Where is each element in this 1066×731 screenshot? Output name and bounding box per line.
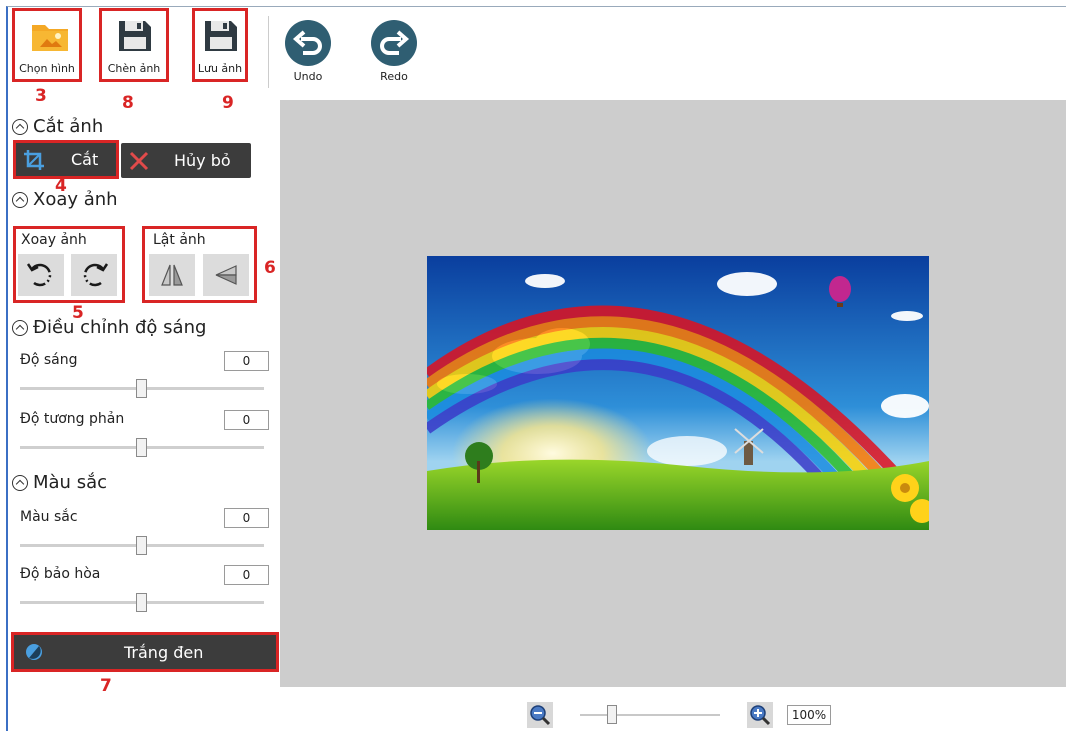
zoom-in-icon bbox=[750, 705, 771, 726]
flip-group-title: Lật ảnh bbox=[153, 232, 206, 248]
color-section-toggle[interactable]: Màu sắc bbox=[12, 472, 107, 493]
cancel-crop-button[interactable]: Hủy bỏ bbox=[121, 143, 251, 178]
callout-7: 7 bbox=[100, 676, 112, 696]
saturation-value-field[interactable]: 0 bbox=[224, 565, 269, 585]
contrast-icon bbox=[26, 644, 42, 660]
redo-button[interactable]: Redo bbox=[370, 20, 418, 83]
callout-3: 3 bbox=[35, 86, 47, 106]
contrast-label: Độ tương phản bbox=[20, 411, 125, 427]
insert-image-button[interactable]: Chèn ảnh bbox=[99, 8, 169, 82]
saturation-label: Độ bảo hòa bbox=[20, 566, 101, 582]
flip-horizontal-icon bbox=[161, 264, 183, 286]
floppy-disk-icon bbox=[205, 21, 237, 51]
zoom-slider-thumb[interactable] bbox=[607, 705, 617, 724]
grayscale-label: Trắng đen bbox=[124, 642, 204, 662]
open-image-button[interactable]: Chọn hình bbox=[12, 8, 82, 82]
crop-icon bbox=[24, 149, 44, 170]
chevron-up-icon bbox=[12, 118, 28, 135]
folder-image-icon bbox=[32, 25, 68, 51]
rotate-left-icon bbox=[26, 263, 52, 287]
rainbow-landscape-image bbox=[427, 256, 929, 530]
crop-button[interactable]: Cắt bbox=[13, 140, 119, 179]
rotate-right-icon bbox=[83, 263, 109, 287]
contrast-value-field[interactable]: 0 bbox=[224, 410, 269, 430]
brightness-section-title: Điều chỉnh độ sáng bbox=[33, 317, 207, 338]
undo-icon bbox=[285, 20, 331, 66]
brightness-section-toggle[interactable]: Điều chỉnh độ sáng bbox=[12, 317, 206, 338]
insert-image-label: Chèn ảnh bbox=[107, 62, 161, 75]
callout-6: 6 bbox=[264, 258, 276, 278]
zoom-slider-track[interactable] bbox=[580, 714, 720, 716]
chevron-up-icon bbox=[12, 191, 28, 208]
save-image-button[interactable]: Lưu ảnh bbox=[192, 8, 248, 82]
close-icon bbox=[129, 151, 149, 170]
rotate-group: Xoay ảnh bbox=[13, 226, 125, 303]
chevron-up-icon bbox=[12, 474, 28, 491]
brightness-value-field[interactable]: 0 bbox=[224, 351, 269, 371]
color-section-title: Màu sắc bbox=[33, 472, 107, 493]
hue-value-field[interactable]: 0 bbox=[224, 508, 269, 528]
open-image-label: Chọn hình bbox=[19, 62, 75, 75]
zoom-level-field[interactable]: 100% bbox=[787, 705, 831, 725]
saturation-slider-thumb[interactable] bbox=[136, 593, 147, 612]
chevron-up-icon bbox=[12, 319, 28, 336]
brightness-slider-thumb[interactable] bbox=[136, 379, 147, 398]
flip-horizontal-button[interactable] bbox=[149, 254, 195, 296]
contrast-slider-thumb[interactable] bbox=[136, 438, 147, 457]
rotate-section-title: Xoay ảnh bbox=[33, 189, 118, 210]
zoom-out-button[interactable] bbox=[527, 702, 553, 728]
save-image-label: Lưu ảnh bbox=[197, 62, 243, 75]
redo-label: Redo bbox=[380, 70, 408, 83]
brightness-label: Độ sáng bbox=[20, 352, 78, 368]
undo-label: Undo bbox=[293, 70, 323, 83]
floppy-disk-icon bbox=[119, 21, 151, 51]
rotate-group-title: Xoay ảnh bbox=[21, 232, 87, 248]
hue-slider-thumb[interactable] bbox=[136, 536, 147, 555]
hue-label: Màu sắc bbox=[20, 509, 78, 525]
crop-section-title: Cắt ảnh bbox=[33, 116, 104, 137]
callout-9: 9 bbox=[222, 93, 234, 113]
toolbar-divider bbox=[268, 16, 269, 88]
cancel-crop-label: Hủy bỏ bbox=[174, 151, 231, 170]
zoom-out-icon bbox=[530, 705, 551, 726]
rotate-left-button[interactable] bbox=[18, 254, 64, 296]
rotate-right-button[interactable] bbox=[71, 254, 117, 296]
zoom-in-button[interactable] bbox=[747, 702, 773, 728]
crop-button-label: Cắt bbox=[71, 150, 99, 169]
callout-8: 8 bbox=[122, 93, 134, 113]
rotate-section-toggle[interactable]: Xoay ảnh bbox=[12, 189, 118, 210]
flip-vertical-button[interactable] bbox=[203, 254, 249, 296]
flip-vertical-icon bbox=[215, 265, 237, 285]
undo-button[interactable]: Undo bbox=[284, 20, 332, 83]
flip-group: Lật ảnh bbox=[142, 226, 257, 303]
redo-icon bbox=[371, 20, 417, 66]
grayscale-button[interactable]: Trắng đen bbox=[11, 632, 279, 672]
crop-section-toggle[interactable]: Cắt ảnh bbox=[12, 116, 103, 137]
image-canvas[interactable] bbox=[280, 100, 1066, 687]
